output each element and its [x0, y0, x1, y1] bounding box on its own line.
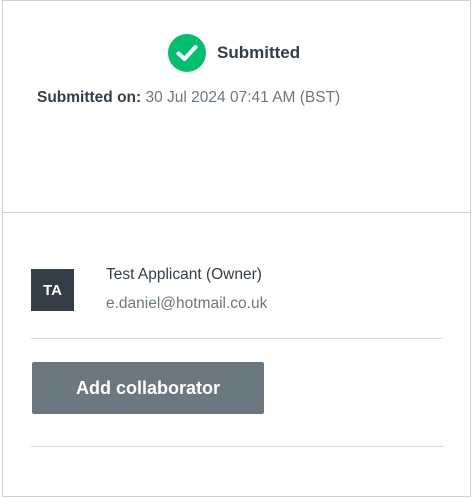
- submitted-on-label: Submitted on:: [37, 89, 142, 106]
- owner-email: e.daniel@hotmail.co.uk: [106, 295, 268, 312]
- submitted-on: Submitted on: 30 Jul 2024 07:41 AM (BST): [37, 89, 340, 107]
- owner-divider: [31, 338, 443, 339]
- avatar: TA: [31, 269, 74, 311]
- status-section: Submitted Submitted on: 30 Jul 2024 07:4…: [3, 1, 470, 213]
- submitted-on-value: 30 Jul 2024 07:41 AM (BST): [145, 89, 341, 106]
- owner-name: Test Applicant (Owner): [106, 266, 262, 283]
- check-circle-icon: [168, 34, 206, 72]
- status-indicator: Submitted: [168, 34, 300, 72]
- submission-card: Submitted Submitted on: 30 Jul 2024 07:4…: [2, 0, 471, 497]
- owner-row: TA Test Applicant (Owner) e.daniel@hotma…: [31, 265, 443, 315]
- section-divider: [3, 212, 470, 213]
- bottom-divider: [31, 446, 443, 447]
- status-label: Submitted: [217, 43, 301, 62]
- add-collaborator-button[interactable]: Add collaborator: [32, 362, 264, 414]
